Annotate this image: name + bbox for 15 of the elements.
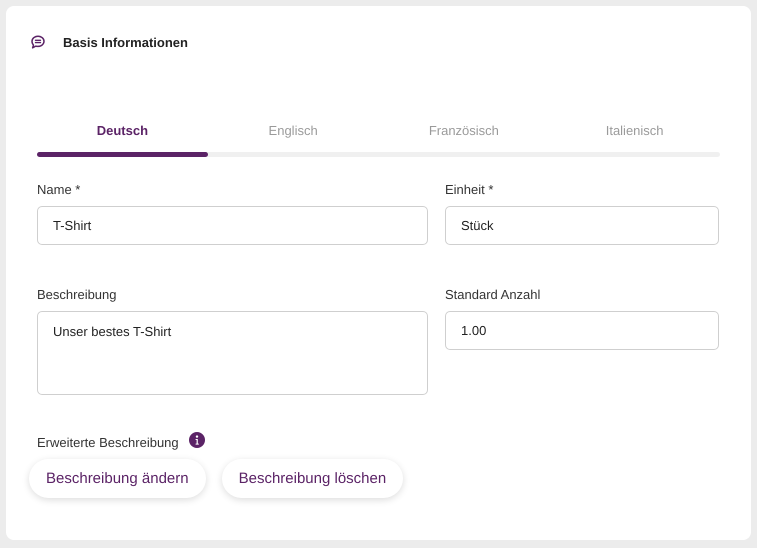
field-label: Beschreibung bbox=[37, 287, 118, 302]
field-label: Standard Anzahl bbox=[445, 287, 542, 302]
input-field[interactable]: 1.00 bbox=[445, 311, 719, 350]
field-label: Name * bbox=[37, 182, 82, 197]
description-field[interactable]: Unser bestes T-Shirt bbox=[37, 311, 428, 395]
input-field[interactable]: Stück bbox=[445, 206, 719, 245]
field-label: Erweiterte Beschreibung bbox=[37, 435, 179, 450]
language-tab[interactable]: Deutsch bbox=[37, 123, 208, 152]
description-button[interactable]: Beschreibung löschen bbox=[222, 459, 404, 498]
input-field[interactable]: T-Shirt bbox=[37, 206, 428, 245]
chat-bubble-icon bbox=[30, 34, 46, 50]
field-label: Einheit * bbox=[445, 182, 494, 197]
description-button[interactable]: Beschreibung ändern bbox=[29, 459, 206, 498]
info-icon[interactable] bbox=[188, 432, 205, 448]
section-title: Basis Informationen bbox=[63, 34, 188, 50]
